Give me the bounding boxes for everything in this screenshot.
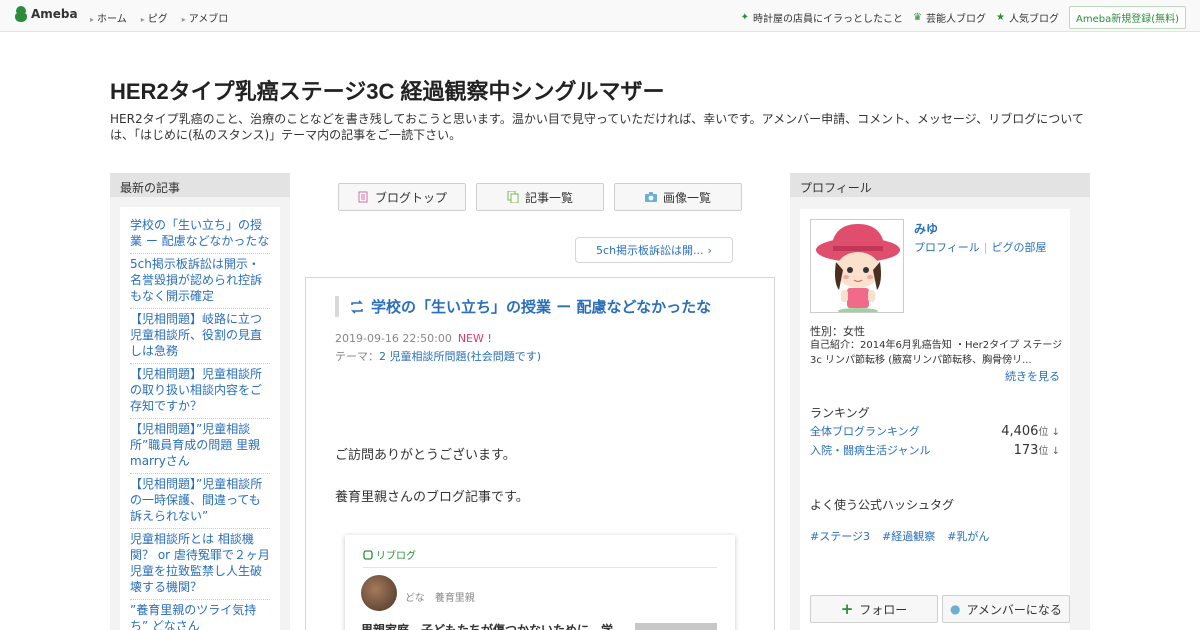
profile-gender: 性別：女性 [810, 325, 865, 338]
reblog-title[interactable]: 里親家庭 子どもたちが傷つかないために 学 [361, 621, 621, 630]
plus-icon: + [840, 600, 854, 618]
nav-home[interactable]: ▸ ホーム [90, 10, 127, 25]
top-nav: ▸ ホーム ▸ ピグ ▸ アメブロ [90, 10, 228, 25]
article-paragraph: 養育里親さんのブログ記事です。 [335, 490, 529, 505]
ameba-logo[interactable]: Ameba [14, 6, 78, 22]
document-icon [358, 191, 368, 203]
star-icon: ★ [996, 12, 1005, 23]
ranking-row: 全体ブログランキング 4,406位 ↓ [810, 423, 1060, 439]
register-button[interactable]: Ameba新規登録(無料) [1068, 6, 1186, 29]
blog-title[interactable]: HER2タイプ乳癌ステージ3C 経過観察中シングルマザー [110, 74, 664, 106]
camera-icon [644, 192, 657, 202]
profile-box: みゆ プロフィール | ピグの部屋 性別：女性 自己紹介：2014年6月乳癌告知 ・… [800, 209, 1070, 630]
reblog-card[interactable]: リブログ どな 養育里親 里親家庭 子どもたちが傷つかないために 学 [345, 535, 735, 630]
nav-pigg[interactable]: ▸ ピグ [141, 10, 168, 25]
ranking-value: 173 [1013, 443, 1039, 458]
hashtag-link[interactable]: #ステージ3 [810, 528, 870, 544]
read-more-link[interactable]: 続きを見る [1005, 368, 1060, 384]
list-icon [507, 191, 519, 203]
ranking-label[interactable]: 入院・闘病生活ジャンル [810, 442, 930, 458]
chevron-right-icon: ▸ [140, 15, 145, 24]
divider [363, 567, 717, 568]
blog-description: HER2タイプ乳癌のこと、治療のことなどを書き残しておこうと思います。温かい目で… [110, 112, 1084, 142]
profile-link[interactable]: プロフィール [914, 241, 980, 254]
image-list-button[interactable]: 画像一覧 [614, 183, 742, 211]
avatar-illustration [816, 224, 900, 312]
recent-article-link[interactable]: 5ch掲示板訴訟は開示・名誉毀損が認められ控訴もなく開示確定 [130, 254, 270, 309]
article-theme: テーマ：2 児童相談所問題(社会問題です) [335, 350, 542, 363]
theme-link[interactable]: 2 児童相談所問題(社会問題です) [379, 350, 541, 363]
crown-icon: ♛ [913, 12, 923, 23]
profile-avatar[interactable] [810, 219, 904, 313]
recent-articles-heading: 最新の記事 [110, 173, 290, 197]
chat-icon: ● [950, 602, 961, 616]
blog-nav-buttons: ブログトップ 記事一覧 画像一覧 [338, 183, 742, 211]
recent-article-link[interactable]: 【児相問題】”児童相談所”職員育成の問題 里親marryさん [130, 419, 270, 474]
profile-links: プロフィール | ピグの部屋 [914, 241, 1047, 254]
hashtag-link[interactable]: #経過観察 [882, 528, 935, 544]
article-date: 2019-09-16 22:50:00 NEW ! [335, 332, 492, 345]
ranking-value: 4,406 [1001, 424, 1039, 439]
amember-button[interactable]: ● アメンバーになる [942, 595, 1070, 623]
profile-panel: プロフィール みゆ プロフィール | ピグの部屋 性別：女性 自己紹介：2014… [790, 173, 1090, 630]
profile-heading: プロフィール [790, 173, 1090, 197]
blog-top-button[interactable]: ブログトップ [338, 183, 466, 211]
recent-article-link[interactable]: 【児相問題】岐路に立つ児童相談所、役割の見直しは急務 [130, 309, 270, 364]
hashtag-link[interactable]: #乳がん [947, 528, 989, 544]
recent-articles-panel: 最新の記事 学校の「生い立ち」の授業 ー 配慮などなかったな 5ch掲示板訴訟は… [110, 173, 290, 630]
topic-link[interactable]: ✦ 時計屋の店員にイラっとしたこと [741, 10, 903, 25]
follow-button[interactable]: + フォロー [810, 595, 938, 623]
ranking-heading: ランキング [810, 406, 870, 420]
article-list-button[interactable]: 記事一覧 [476, 183, 604, 211]
top-right-links: ✦ 時計屋の店員にイラっとしたこと ♛ 芸能人ブログ ★ 人気ブログ Ameba新規登… [741, 6, 1186, 29]
sparkle-icon: ✦ [740, 12, 750, 23]
nav-ameblo[interactable]: ▸ アメブロ [182, 10, 229, 25]
hashtag-heading: よく使う公式ハッシュタグ [810, 498, 955, 512]
previous-article-link[interactable]: 5ch掲示板訴訟は開... › [575, 237, 733, 263]
article: 学校の「生い立ち」の授業 ー 配慮などなかったな 2019-09-16 22:5… [305, 277, 775, 630]
celebrity-blog-link[interactable]: ♛ 芸能人ブログ [913, 10, 986, 25]
avatar [361, 575, 397, 611]
top-bar: Ameba ▸ ホーム ▸ ピグ ▸ アメブロ ✦ 時計屋の店員にイラっとしたこと ♛ 芸… [0, 0, 1200, 32]
chevron-right-icon: ▸ [90, 15, 95, 24]
reblog-author: どな 養育里親 [405, 593, 475, 604]
pigg-room-link[interactable]: ピグの部屋 [992, 241, 1047, 254]
profile-intro: 自己紹介：2014年6月乳癌告知 ・Her2タイプ ステージ3c リンパ節転移 … [810, 340, 1063, 366]
recent-article-link[interactable]: 児童相談所とは 相談機関？ or 虐待冤罪で２ヶ月児童を拉致監禁し人生破壊する機… [130, 529, 270, 600]
article-paragraph: ご訪問ありがとうございます。 [335, 448, 516, 463]
recent-articles-list: 学校の「生い立ち」の授業 ー 配慮などなかったな 5ch掲示板訴訟は開示・名誉毀… [120, 207, 280, 630]
profile-buttons: + フォロー ● アメンバーになる [810, 595, 1070, 623]
new-badge: NEW ! [457, 332, 492, 345]
ranking-row: 入院・闘病生活ジャンル 173位 ↓ [810, 442, 1060, 458]
chevron-right-icon: › [707, 243, 712, 257]
article-title[interactable]: 学校の「生い立ち」の授業 ー 配慮などなかったな [335, 296, 745, 317]
profile-name[interactable]: みゆ [914, 220, 938, 237]
hashtag-list: #ステージ3 #経過観察 #乳がん [810, 528, 989, 544]
reblog-icon [363, 549, 373, 560]
reblog-icon [351, 299, 363, 314]
reblog-thumbnail [635, 623, 717, 630]
popular-blog-link[interactable]: ★ 人気ブログ [996, 10, 1059, 25]
chevron-right-icon: ▸ [181, 15, 186, 24]
recent-article-link[interactable]: 【児相問題】”児童相談所の一時保護、間違っても訴えられない” [130, 474, 270, 529]
ameba-logo-icon [14, 6, 28, 22]
recent-article-link[interactable]: 【児相問題】児童相談所の取り扱い相談内容をご存知ですか？ [130, 364, 270, 419]
recent-article-link[interactable]: 学校の「生い立ち」の授業 ー 配慮などなかったな [130, 215, 270, 254]
ranking-label[interactable]: 全体ブログランキング [810, 423, 920, 439]
recent-article-link[interactable]: ”養育里親のツライ気持ち” どなさん [130, 600, 270, 630]
reblog-label: リブログ [363, 547, 416, 562]
